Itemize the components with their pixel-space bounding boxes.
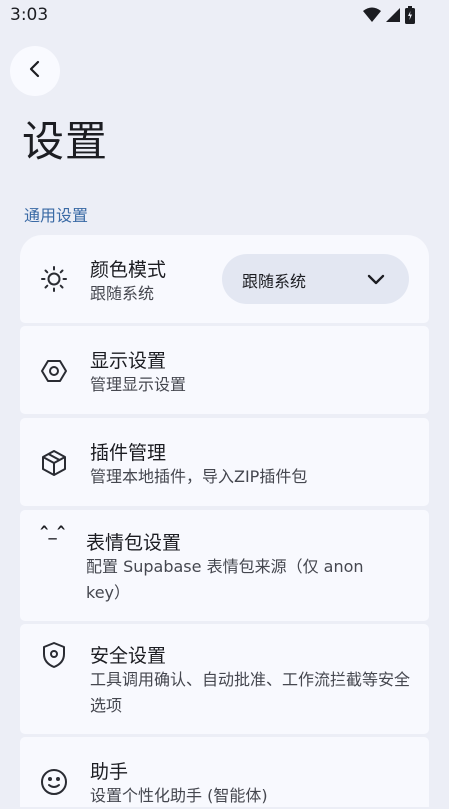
package-box-icon [40,449,68,477]
emoticon-icon: ^_^ [40,524,66,540]
setting-color-mode[interactable]: 颜色模式 跟随系统 跟随系统 [20,235,429,323]
status-bar: 3:03 [0,0,449,32]
setting-subtitle: 跟随系统 [90,284,155,303]
setting-title: 安全设置 [90,645,167,667]
signal-icon [385,7,401,27]
sun-icon [40,265,68,293]
wifi-icon [363,7,381,27]
setting-subtitle: 工具调用确认、自动批准、工作流拦截等安全选项 [90,670,411,715]
chevron-down-icon [365,268,387,290]
smiley-face-icon [40,768,68,796]
setting-title: 显示设置 [90,350,167,372]
back-button[interactable] [10,46,60,96]
setting-subtitle: 管理显示设置 [90,375,187,394]
dropdown-value: 跟随系统 [242,272,307,291]
hexagon-nut-icon [40,357,68,385]
setting-subtitle: 配置 Supabase 表情包来源（仅 anon key） [86,557,364,602]
setting-assistant[interactable]: 助手 设置个性化助手 (智能体) [20,737,429,807]
setting-display[interactable]: 显示设置 管理显示设置 [20,326,429,414]
setting-subtitle: 管理本地插件，导入ZIP插件包 [90,467,308,486]
section-title-general: 通用设置 [24,206,89,225]
setting-stickers[interactable]: ^_^ 表情包设置 配置 Supabase 表情包来源（仅 anon key） [20,510,429,621]
setting-subtitle: 设置个性化助手 (智能体) [90,786,268,805]
setting-title: 助手 [90,761,129,783]
color-mode-dropdown[interactable]: 跟随系统 [222,254,409,304]
setting-title: 插件管理 [90,442,167,464]
page-title: 设置 [22,117,109,166]
setting-title: 颜色模式 [90,259,167,281]
setting-security[interactable]: 安全设置 工具调用确认、自动批准、工作流拦截等安全选项 [20,624,429,734]
arrow-back-icon [25,59,45,83]
shield-icon [40,641,68,669]
setting-plugins[interactable]: 插件管理 管理本地插件，导入ZIP插件包 [20,418,429,506]
battery-icon [405,6,415,28]
setting-title: 表情包设置 [86,532,182,554]
status-time: 3:03 [10,5,49,25]
status-icons [363,6,415,28]
